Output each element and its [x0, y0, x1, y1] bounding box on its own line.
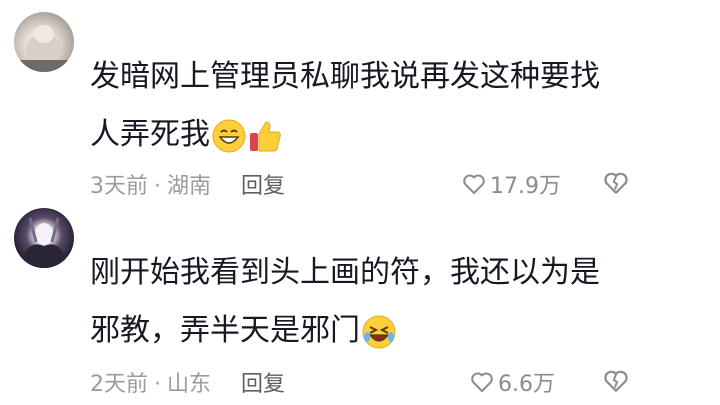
comment-text-fragment: 人弄死我 — [90, 117, 210, 152]
broken-heart-icon[interactable] — [603, 368, 629, 394]
comment-text-line: 邪教，弄半天是邪门 — [90, 302, 650, 360]
comment-text-line: 刚开始我看到头上画的符，我还以为是 — [90, 255, 600, 290]
reply-button[interactable]: 回复 — [241, 372, 285, 397]
comment-meta: 3天前 · 湖南 回复 — [90, 168, 285, 200]
separator: · — [154, 372, 161, 397]
reply-button[interactable]: 回复 — [241, 174, 285, 199]
comment-item: 刚开始我看到头上画的符，我还以为是 邪教，弄半天是邪门 2天前 · 山东 回复 6.6… — [0, 200, 720, 405]
grinning-face-icon — [212, 119, 246, 152]
comment-location: 山东 — [167, 372, 212, 397]
like-button[interactable]: 6.6万 — [470, 366, 555, 398]
comment-time: 2天前 — [90, 372, 148, 397]
laughing-face-icon — [362, 315, 396, 348]
like-count: 17.9万 — [490, 174, 561, 199]
comment-text-line: 发暗网上管理员私聊我说再发这种要找 — [90, 59, 600, 94]
comment-item: 发暗网上管理员私聊我说再发这种要找 人弄死我 3天前 · 湖南 回复 17.9万 — [0, 0, 720, 200]
separator: · — [154, 174, 161, 199]
heart-icon — [471, 372, 493, 392]
avatar[interactable] — [14, 12, 74, 72]
like-button[interactable]: 17.9万 — [462, 168, 561, 200]
like-count: 6.6万 — [498, 372, 555, 397]
avatar[interactable] — [14, 208, 74, 268]
thumbs-up-icon — [250, 120, 281, 151]
heart-icon — [463, 174, 485, 194]
comment-text-line: 人弄死我 — [90, 106, 650, 164]
comment-time: 3天前 — [90, 174, 148, 199]
comment-text-fragment: 邪教，弄半天是邪门 — [90, 313, 360, 348]
comment-meta: 2天前 · 山东 回复 — [90, 366, 285, 398]
comment-text: 发暗网上管理员私聊我说再发这种要找 人弄死我 — [90, 48, 650, 164]
comment-location: 湖南 — [167, 174, 212, 199]
comment-text: 刚开始我看到头上画的符，我还以为是 邪教，弄半天是邪门 — [90, 244, 650, 360]
broken-heart-icon[interactable] — [603, 170, 629, 196]
